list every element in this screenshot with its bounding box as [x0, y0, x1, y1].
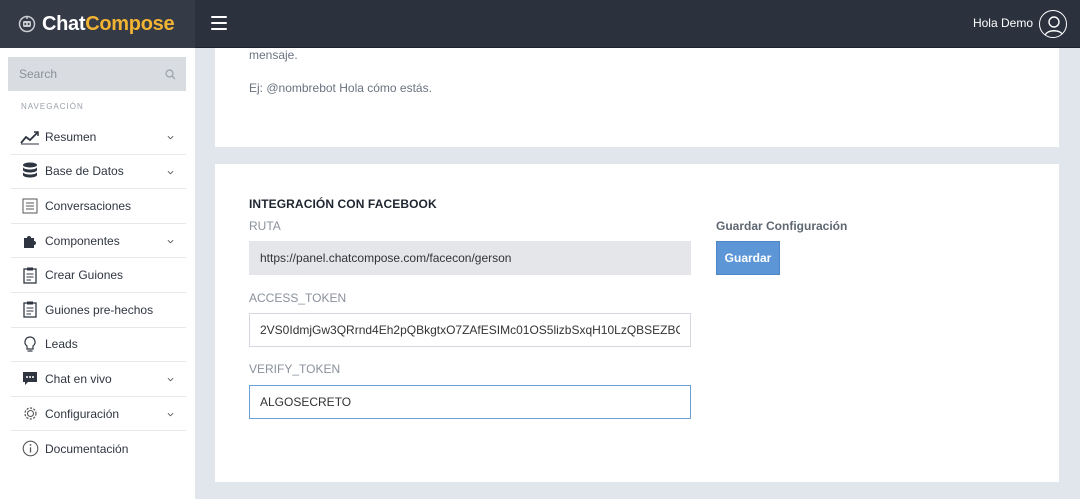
facebook-integration-panel: INTEGRACIÓN CON FACEBOOK RUTA ACCESS_TOK…	[215, 164, 1059, 482]
sidebar-item-guiones-pre-hechos[interactable]: Guiones pre-hechos	[11, 293, 186, 328]
instructions-example: Ej: @nombrebot Hola cómo estás.	[249, 81, 432, 95]
sidebar-item-crear-guiones[interactable]: Crear Guiones	[11, 258, 186, 293]
brand-logo-area[interactable]: ChatCompose	[0, 0, 195, 48]
sidebar-item-componentes[interactable]: Componentes	[11, 224, 186, 259]
list-icon	[20, 196, 40, 216]
save-config-heading: Guardar Configuración	[716, 219, 848, 233]
brand-name-part1: Chat	[42, 12, 86, 35]
chevron-down-icon	[167, 170, 174, 175]
robot-logo-icon	[18, 15, 36, 33]
sidebar-item-documentacion[interactable]: Documentación	[11, 431, 186, 466]
sidebar-item-label: Chat en vivo	[45, 371, 112, 386]
hamburger-icon[interactable]	[211, 16, 227, 30]
sidebar-item-label: Crear Guiones	[45, 268, 124, 283]
sidebar-item-label: Base de Datos	[45, 164, 124, 179]
access-token-label: ACCESS_TOKEN	[249, 291, 347, 305]
brand-name-part2: Compose	[85, 12, 175, 35]
lightbulb-icon	[20, 334, 40, 354]
sidebar-item-label: Conversaciones	[45, 198, 132, 213]
chevron-down-icon	[167, 378, 174, 382]
sidebar-item-label: Componentes	[45, 233, 120, 248]
sidebar-item-chat-en-vivo[interactable]: Chat en vivo	[11, 362, 186, 397]
search-icon[interactable]	[165, 68, 176, 80]
save-button[interactable]: Guardar	[716, 241, 780, 275]
database-icon	[20, 161, 40, 181]
sidebar-item-label: Resumen	[45, 129, 97, 144]
sidebar-item-configuracion[interactable]: Configuración	[11, 397, 186, 432]
sidebar-item-resumen[interactable]: Resumen	[11, 120, 186, 155]
chevron-down-icon	[167, 135, 174, 140]
ruta-field[interactable]	[249, 241, 691, 275]
instructions-panel: mensaje. Ej: @nombrebot Hola cómo estás.	[215, 48, 1059, 147]
access-token-field[interactable]	[249, 313, 691, 347]
clipboard-icon	[20, 265, 40, 285]
clipboard-icon	[20, 300, 40, 320]
sidebar-search	[8, 57, 186, 91]
section-title: INTEGRACIÓN CON FACEBOOK	[249, 197, 437, 211]
info-icon	[20, 439, 40, 459]
chevron-down-icon	[167, 239, 174, 244]
sidebar-item-label: Guiones pre-hechos	[45, 302, 154, 317]
chat-bubble-icon	[20, 369, 40, 389]
user-greeting[interactable]: Hola Demo	[973, 16, 1033, 30]
sidebar-item-label: Leads	[45, 337, 78, 352]
search-input[interactable]	[19, 67, 149, 81]
ruta-label: RUTA	[249, 219, 281, 233]
gear-icon	[20, 404, 40, 424]
puzzle-icon	[20, 231, 40, 251]
sidebar-item-base-de-datos[interactable]: Base de Datos	[11, 155, 186, 190]
sidebar-item-label: Documentación	[45, 441, 129, 456]
chart-line-icon	[20, 127, 40, 147]
top-navbar: ChatCompose Hola Demo	[0, 0, 1080, 48]
sidebar: NAVEGACIÓN Resumen Base de Datos Convers…	[0, 48, 195, 499]
user-avatar-icon[interactable]	[1039, 10, 1067, 38]
brand-name: ChatCompose	[42, 12, 175, 36]
sidebar-item-conversaciones[interactable]: Conversaciones	[11, 189, 186, 224]
nav-heading: NAVEGACIÓN	[21, 102, 84, 111]
instructions-text: mensaje.	[249, 48, 298, 62]
sidebar-item-leads[interactable]: Leads	[11, 328, 186, 363]
verify-token-field[interactable]	[249, 385, 691, 419]
sidebar-item-label: Configuración	[45, 406, 120, 421]
chevron-down-icon	[167, 412, 174, 417]
verify-token-label: VERIFY_TOKEN	[249, 362, 341, 376]
sidebar-nav: Resumen Base de Datos Conversaciones Com…	[11, 120, 186, 466]
